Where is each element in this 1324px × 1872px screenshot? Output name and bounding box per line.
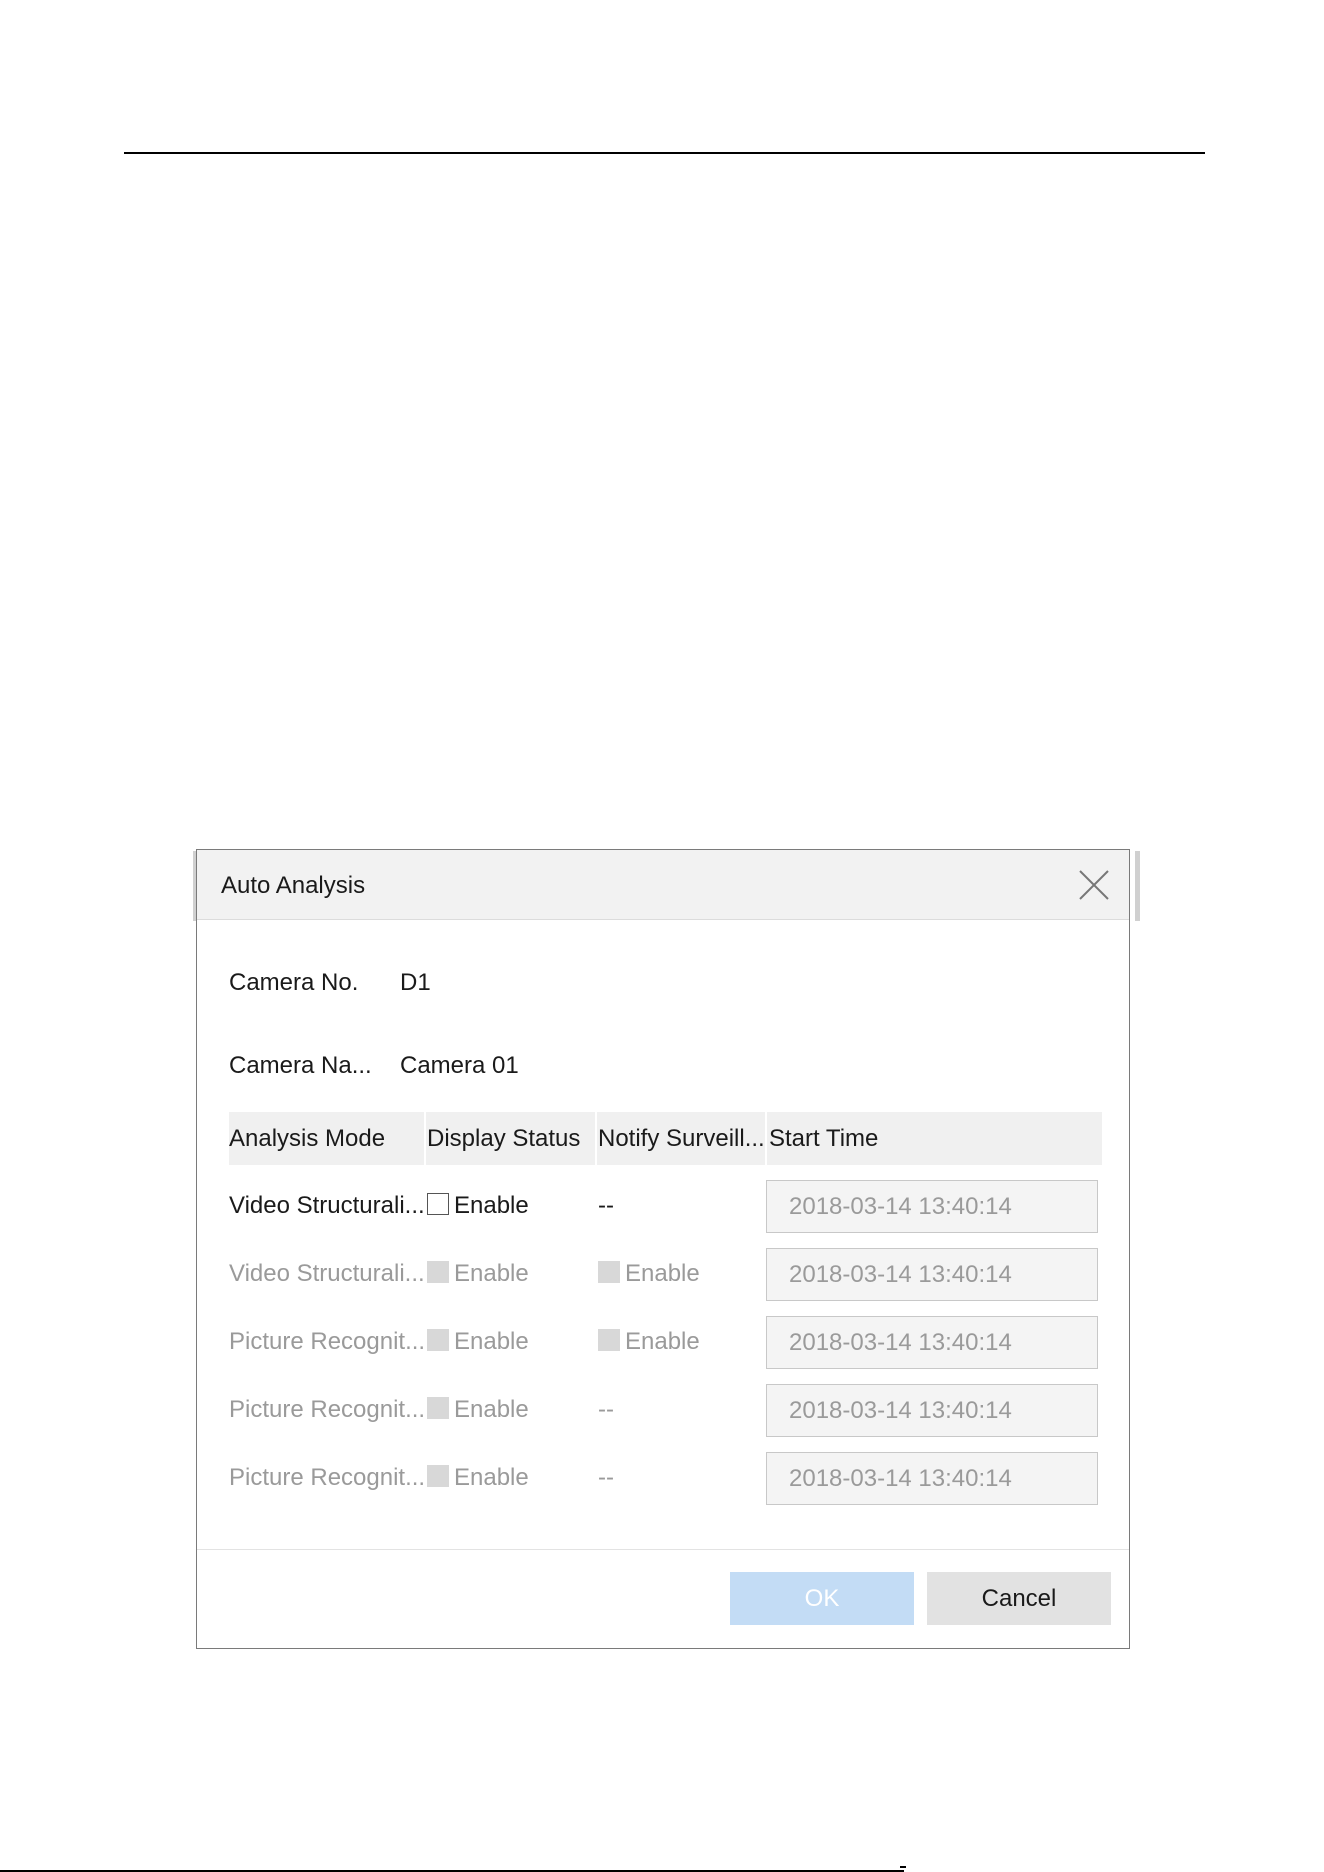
display-status-checkbox[interactable] bbox=[427, 1465, 449, 1487]
camera-no-value: D1 bbox=[400, 969, 431, 996]
table-row: Video Structurali... Enable -- 2018-03-1… bbox=[229, 1180, 1102, 1233]
page-bottom-tick bbox=[900, 1866, 906, 1868]
display-status-label: Enable bbox=[454, 1396, 529, 1423]
display-status-label: Enable bbox=[454, 1260, 529, 1287]
analysis-mode-cell: Video Structurali... bbox=[229, 1192, 425, 1219]
cancel-button[interactable]: Cancel bbox=[927, 1572, 1111, 1625]
start-time-field[interactable]: 2018-03-14 13:40:14 bbox=[766, 1316, 1098, 1369]
notify-cell: -- bbox=[598, 1464, 614, 1491]
footer-divider bbox=[197, 1549, 1129, 1550]
dialog-title: Auto Analysis bbox=[221, 872, 366, 899]
column-divider bbox=[424, 1112, 426, 1165]
backdrop-edge-right bbox=[1135, 851, 1140, 921]
table-row: Picture Recognit... Enable -- 2018-03-14… bbox=[229, 1384, 1102, 1437]
camera-name-value: Camera 01 bbox=[400, 1052, 519, 1079]
column-divider bbox=[765, 1112, 767, 1165]
notify-cell: -- bbox=[598, 1396, 614, 1423]
table-row: Video Structurali... Enable Enable 2018-… bbox=[229, 1248, 1102, 1301]
table-row: Picture Recognit... Enable -- 2018-03-14… bbox=[229, 1452, 1102, 1505]
page-top-rule bbox=[124, 152, 1205, 154]
start-time-value: 2018-03-14 13:40:14 bbox=[789, 1465, 1012, 1492]
display-status-checkbox[interactable] bbox=[427, 1193, 449, 1215]
column-header-display-status: Display Status bbox=[427, 1125, 581, 1152]
notify-checkbox[interactable] bbox=[598, 1329, 620, 1351]
start-time-field[interactable]: 2018-03-14 13:40:14 bbox=[766, 1180, 1098, 1233]
start-time-field[interactable]: 2018-03-14 13:40:14 bbox=[766, 1452, 1098, 1505]
close-icon bbox=[1079, 870, 1109, 900]
notify-cell: -- bbox=[598, 1192, 614, 1219]
analysis-mode-cell: Picture Recognit... bbox=[229, 1464, 426, 1491]
auto-analysis-dialog: Auto Analysis Camera No. D1 Camera Na...… bbox=[196, 849, 1130, 1649]
start-time-value: 2018-03-14 13:40:14 bbox=[789, 1261, 1012, 1288]
start-time-value: 2018-03-14 13:40:14 bbox=[789, 1329, 1012, 1356]
start-time-value: 2018-03-14 13:40:14 bbox=[789, 1397, 1012, 1424]
analysis-mode-cell: Picture Recognit... bbox=[229, 1328, 426, 1355]
start-time-value: 2018-03-14 13:40:14 bbox=[789, 1193, 1012, 1220]
notify-checkbox[interactable] bbox=[598, 1261, 620, 1283]
column-header-analysis-mode: Analysis Mode bbox=[229, 1125, 386, 1152]
start-time-field[interactable]: 2018-03-14 13:40:14 bbox=[766, 1384, 1098, 1437]
notify-cell: Enable bbox=[625, 1328, 700, 1355]
column-divider bbox=[595, 1112, 597, 1165]
display-status-checkbox[interactable] bbox=[427, 1397, 449, 1419]
column-header-notify: Notify Surveill... bbox=[598, 1125, 765, 1152]
start-time-field[interactable]: 2018-03-14 13:40:14 bbox=[766, 1248, 1098, 1301]
display-status-label: Enable bbox=[454, 1328, 529, 1355]
analysis-mode-cell: Video Structurali... bbox=[229, 1260, 425, 1287]
camera-name-label: Camera Na... bbox=[229, 1052, 372, 1079]
column-header-start-time: Start Time bbox=[769, 1125, 879, 1152]
analysis-mode-cell: Picture Recognit... bbox=[229, 1396, 426, 1423]
close-button[interactable] bbox=[1077, 868, 1111, 902]
display-status-label: Enable bbox=[454, 1464, 529, 1491]
ok-button[interactable]: OK bbox=[730, 1572, 914, 1625]
display-status-label: Enable bbox=[454, 1192, 529, 1219]
table-header: Analysis Mode Display Status Notify Surv… bbox=[229, 1112, 1102, 1165]
dialog-header: Auto Analysis bbox=[197, 850, 1129, 920]
display-status-checkbox[interactable] bbox=[427, 1261, 449, 1283]
display-status-checkbox[interactable] bbox=[427, 1329, 449, 1351]
table-row: Picture Recognit... Enable Enable 2018-0… bbox=[229, 1316, 1102, 1369]
camera-no-label: Camera No. bbox=[229, 969, 359, 996]
notify-cell: Enable bbox=[625, 1260, 700, 1287]
